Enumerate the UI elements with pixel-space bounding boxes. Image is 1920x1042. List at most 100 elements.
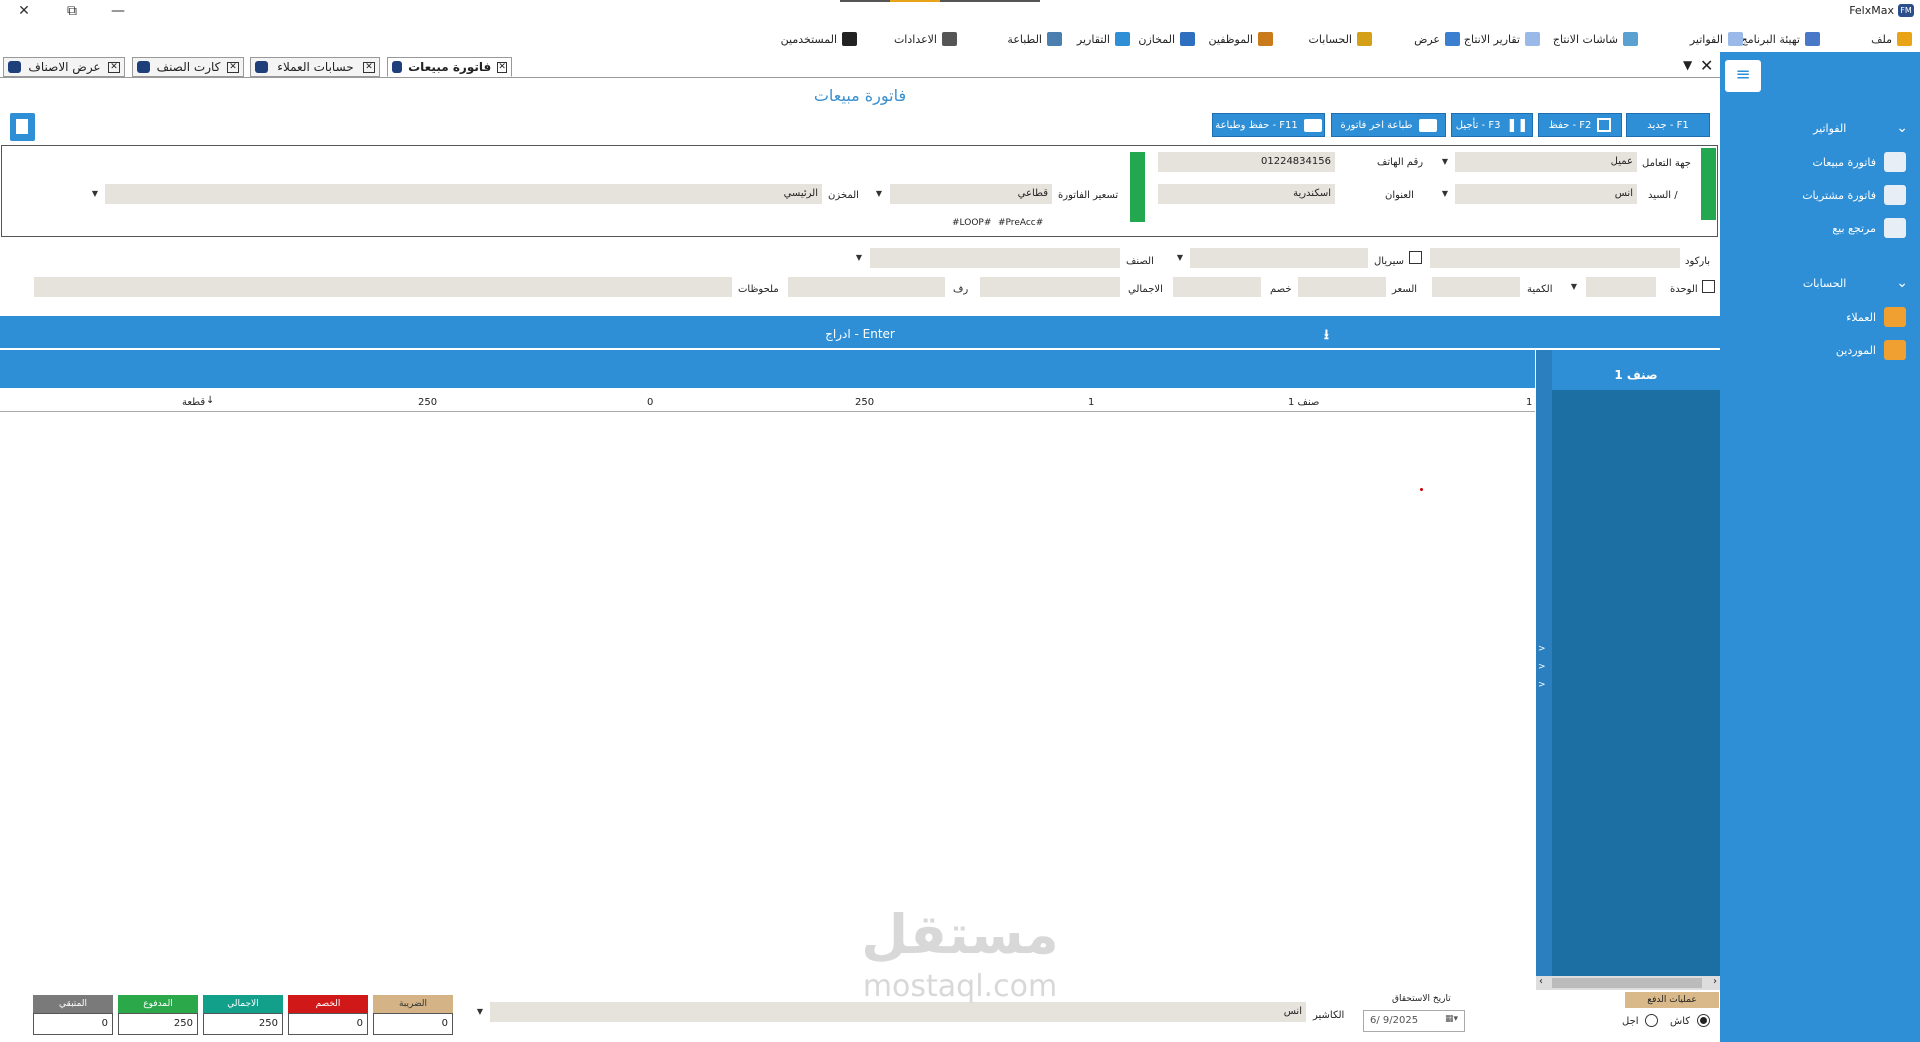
barcode-field[interactable] [1430,248,1680,268]
col-number[interactable]: رقم [1518,14,1533,24]
notes-field[interactable] [34,277,732,297]
tab-strip: فاتورة مبيعات ✕ حسابات العملاء ✕ كارت الصنف ✕… [0,56,1720,78]
menu-item-11[interactable]: الاعدادات [894,30,957,48]
pause-icon: ❚❚ [1506,117,1529,133]
close-window-button[interactable]: ✕ [14,2,34,20]
address-field[interactable]: اسكندرية [1158,184,1335,204]
defer-button-label: تأجيل - F3 [1455,119,1501,131]
footer-discount-value[interactable]: 0 [288,1013,368,1035]
col-price[interactable]: السعر [850,14,873,24]
tab-1[interactable]: حسابات العملاء ✕ [250,57,380,77]
menu-item-9[interactable]: التقارير [1077,30,1130,48]
chevron-down-icon[interactable]: ⌄ [1896,275,1908,291]
bank-icon [1357,32,1372,46]
sidebar-group-0[interactable]: الفواتير ⌄ [1720,118,1916,138]
menu-item-1[interactable]: تهيئة البرنامج [1741,30,1820,48]
title-bar [0,0,1920,22]
party-dropdown-icon[interactable]: ▼ [1438,152,1452,172]
close-tab-icon[interactable]: ✕ [108,61,120,73]
price-field[interactable] [1298,277,1386,297]
employees-icon [1258,32,1273,46]
close-tab-icon[interactable]: ✕ [497,61,507,73]
close-all-tabs-icon[interactable]: ✕ [1700,56,1713,75]
save-and-print-button[interactable]: حفظ وطباعة - F11 [1212,113,1325,137]
hamburger-menu-icon[interactable]: ≡ [1725,60,1761,92]
sidebar-item-0-2[interactable]: مرتجع بيع [1726,218,1906,238]
unit-checkbox[interactable] [1702,280,1715,293]
close-tab-icon[interactable]: ✕ [363,61,375,73]
phone-field[interactable]: 01224834156 [1158,152,1335,172]
menu-item-3[interactable]: شاشات الانتاج [1553,30,1638,48]
col-name[interactable]: اسم [1294,14,1310,24]
item-dropdown-icon[interactable]: ▼ [852,248,866,268]
menu-item-6[interactable]: الحسابات [1309,30,1372,48]
defer-button[interactable]: تأجيل - F3 ❚❚ [1451,113,1533,137]
sidebar-item-1-1[interactable]: الموردين [1726,340,1906,360]
scroll-left-icon[interactable]: ‹ [1539,976,1543,987]
menu-item-8[interactable]: المخازن [1138,30,1195,48]
serial-field[interactable] [1190,248,1368,268]
due-date-picker[interactable]: 6/ 9/2025 ▦▾ [1363,1010,1465,1032]
tab-3[interactable]: عرض الاصناف ✕ [3,57,125,77]
store-field[interactable]: الرئيسي [105,184,822,204]
pricing-dropdown-icon[interactable]: ▼ [872,184,886,204]
paid-value[interactable]: 250 [118,1013,198,1035]
tab-0[interactable]: فاتورة مبيعات ✕ [387,57,512,77]
minimize-window-button[interactable]: — [108,2,128,20]
unit-dropdown-icon[interactable]: ▼ [1567,277,1581,297]
restore-window-button[interactable]: ⧉ [62,2,82,20]
sidebar-group-1[interactable]: الحسابات ⌄ [1720,273,1916,293]
serial-dropdown-icon[interactable]: ▼ [1173,248,1187,268]
mr-field[interactable]: انس [1455,184,1637,204]
calendar-icon[interactable]: ▦▾ [1445,1014,1458,1024]
tab-2[interactable]: كارت الصنف ✕ [132,57,244,77]
close-tab-icon[interactable]: ✕ [227,61,239,73]
credit-radio[interactable] [1645,1014,1658,1027]
total-field[interactable] [980,277,1120,297]
pricing-field[interactable]: قطاعي [890,184,1052,204]
new-document-icon[interactable] [10,113,35,141]
col-unit-name[interactable]: اسم الوحدة [173,14,217,24]
mr-dropdown-icon[interactable]: ▼ [1438,184,1452,204]
cashier-dropdown-icon[interactable]: ▼ [473,1002,487,1022]
item-field[interactable] [870,248,1120,268]
sidebar-item-0-0[interactable]: فاتورة مبيعات [1726,152,1906,172]
footer-total-value[interactable]: 250 [203,1013,283,1035]
store-dropdown-icon[interactable]: ▼ [88,184,102,204]
menu-item-10[interactable]: الطباعة [1007,30,1062,48]
menu-item-2[interactable]: الفواتير [1690,30,1743,48]
col-discount[interactable]: الخصم [630,14,655,24]
menu-item-7[interactable]: الموظفين [1209,30,1273,48]
horizontal-scrollbar[interactable]: ‹ › [1536,976,1720,990]
shelf-field[interactable] [788,277,945,297]
purchase-invoice-icon [1884,185,1906,205]
expand-arrows-icon[interactable]: > > > [1538,640,1546,694]
qty-field[interactable] [1432,277,1520,297]
menu-item-0[interactable]: ملف [1871,30,1912,48]
serial-checkbox[interactable] [1409,251,1422,264]
tax-value[interactable]: 0 [373,1013,453,1035]
discount-field[interactable] [1173,277,1261,297]
save-button[interactable]: حفظ - F2 [1538,113,1622,137]
printer-icon [1047,32,1062,46]
print-last-invoice-button[interactable]: طباعة اخر فاتورة [1331,113,1446,137]
col-qty[interactable]: الكمية [1068,14,1091,24]
col-total[interactable]: الاجمالي [405,14,436,24]
menu-item-12[interactable]: المستخدمين [781,30,857,48]
sidebar-item-label: فاتورة مشتريات [1802,188,1876,202]
party-field[interactable]: عميل [1455,152,1637,172]
new-invoice-button[interactable]: جديد - F1 [1626,113,1710,137]
folder-icon [1897,32,1912,46]
tab-list-dropdown-icon[interactable]: ▼ [1683,58,1692,72]
menu-item-4[interactable]: تقارير الانتاج [1464,30,1540,48]
chevron-down-icon[interactable]: ⌄ [1896,120,1908,136]
remaining-value[interactable]: 0 [33,1013,113,1035]
sidebar-item-0-1[interactable]: فاتورة مشتريات [1726,185,1906,205]
menu-item-5[interactable]: عرض [1414,30,1460,48]
cash-radio[interactable] [1697,1014,1710,1027]
download-icon[interactable]: ⭳ [1324,324,1329,348]
unit-field[interactable] [1586,277,1656,297]
insert-button[interactable]: ادراج - Enter [0,316,1720,348]
scroll-right-icon[interactable]: › [1713,976,1717,987]
sidebar-item-1-0[interactable]: العملاء [1726,307,1906,327]
